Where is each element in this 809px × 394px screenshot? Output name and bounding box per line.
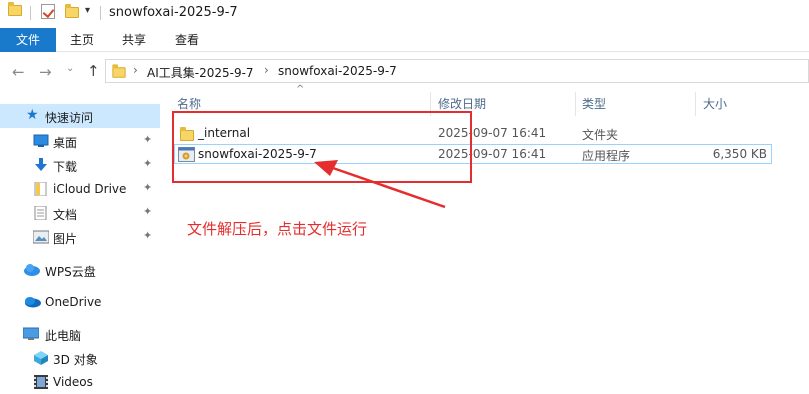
tab-file[interactable]: 文件 [0,28,56,52]
onedrive-icon [23,295,41,309]
pin-icon[interactable]: ✦ [143,181,152,194]
icloud-icon [33,181,49,197]
up-button[interactable]: ↑ [87,62,100,80]
sidebar-item-documents[interactable]: 文档 ✦ [0,201,160,225]
column-header-type[interactable]: 类型 [582,95,606,117]
tab-home[interactable]: 主页 [61,28,103,52]
tab-share[interactable]: 共享 [113,28,155,52]
folder-icon [8,2,22,16]
download-icon [33,158,49,172]
back-button[interactable]: ← [12,63,25,81]
desktop-icon [33,134,49,148]
sidebar-item-videos[interactable]: Videos [0,370,160,394]
sidebar-item-quick-access[interactable]: ★ 快速访问 [0,104,160,128]
pin-icon[interactable]: ✦ [143,205,152,218]
file-size: 6,350 KB [712,147,767,161]
address-bar[interactable]: › AI工具集-2025-9-7 › snowfoxai-2025-9-7 [105,59,809,83]
sort-ascending-icon: ^ [296,84,305,95]
divider [100,6,101,20]
picture-icon [32,230,50,244]
sidebar-item-downloads[interactable]: 下载 ✦ [0,153,160,177]
sidebar-item-3d-objects[interactable]: 3D 对象 [0,346,160,370]
new-folder-icon[interactable] [65,4,79,18]
breadcrumb-current[interactable]: snowfoxai-2025-9-7 [278,64,397,78]
column-header-size[interactable]: 大小 [703,95,727,117]
tab-view[interactable]: 查看 [166,28,208,52]
file-type: 文件夹 [582,128,619,142]
breadcrumb-parent[interactable]: AI工具集-2025-9-7 [147,64,254,81]
divider [30,6,31,20]
sidebar-item-icloud[interactable]: iCloud Drive ✦ [0,177,160,201]
pin-icon[interactable]: ✦ [143,157,152,170]
star-icon: ★ [26,107,39,123]
sidebar-item-this-pc[interactable]: 此电脑 [0,322,160,346]
ribbon-tabs: 文件 主页 共享 查看 [0,28,809,52]
window-title: snowfoxai-2025-9-7 [109,5,238,20]
chevron-right-icon[interactable]: › [264,63,269,77]
sidebar-item-wps-cloud[interactable]: WPS云盘 [0,258,160,282]
folder-icon [112,64,126,78]
column-divider[interactable] [575,92,576,116]
computer-icon [22,327,40,341]
sidebar-item-desktop[interactable]: 桌面 ✦ [0,129,160,153]
file-type: 应用程序 [582,149,631,163]
title-bar: ▾ snowfoxai-2025-9-7 [0,0,809,27]
wps-cloud-icon [23,263,40,277]
videos-icon [33,375,49,389]
document-icon [33,205,49,221]
quick-access-dropdown-icon[interactable]: ▾ [85,5,90,16]
forward-button[interactable]: → [39,63,52,81]
properties-icon[interactable] [41,4,55,19]
recent-locations-button[interactable]: ⌄ [66,63,74,74]
3d-objects-icon [33,351,49,365]
sidebar-item-pictures[interactable]: 图片 ✦ [0,225,160,249]
pin-icon[interactable]: ✦ [143,133,152,146]
annotation-text: 文件解压后，点击文件运行 [187,220,368,238]
sidebar-item-onedrive[interactable]: OneDrive [0,290,160,314]
navigation-pane: ★ 快速访问 桌面 ✦ 下载 ✦ iCloud Drive ✦ 文档 ✦ 图片 … [0,100,160,394]
chevron-right-icon[interactable]: › [133,63,138,77]
column-divider[interactable] [695,92,696,116]
annotation-highlight-box [172,111,472,183]
pin-icon[interactable]: ✦ [143,229,152,242]
